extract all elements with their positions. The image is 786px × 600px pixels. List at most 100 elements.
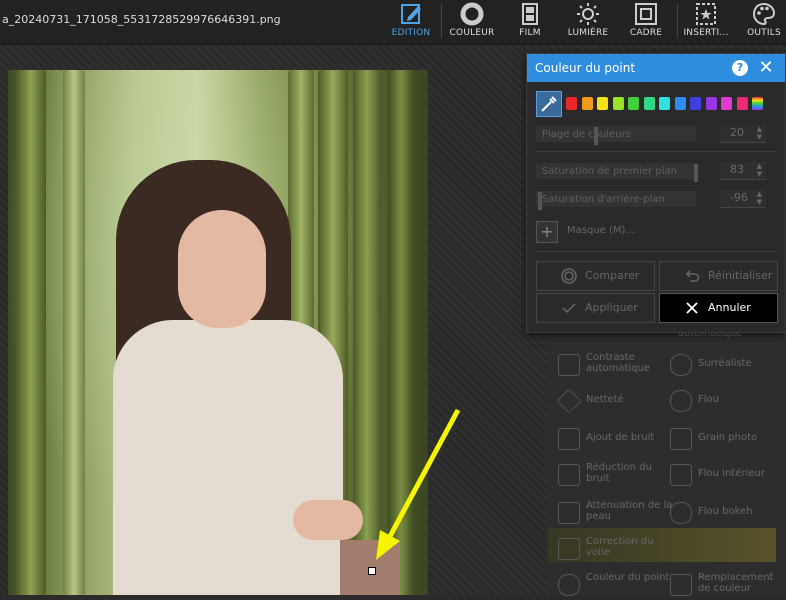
tool-item-label: Correction du voile [586,536,654,558]
tool-couleur[interactable]: COULEUR [444,0,500,44]
help-icon[interactable]: ? [732,60,748,76]
slider-value-field[interactable]: 83 ▲ ▼ [720,162,766,180]
tool-label: OUTILS [747,28,781,38]
film-icon [522,3,538,25]
slider-label: Plage de couleurs [542,129,631,140]
tool-item-sharpness[interactable]: Netteté [556,386,668,416]
foreground-saturation-slider[interactable]: Saturation de premier plan 83 ▲ ▼ [536,161,776,182]
color-preset-swatch[interactable] [690,97,701,110]
divider [536,151,776,152]
sample-point-marker[interactable] [368,567,376,575]
point-color-icon [558,574,580,596]
color-preset-swatch[interactable] [566,97,577,110]
tool-item-blur[interactable]: Flou [670,386,780,416]
tool-item-noise-reduction[interactable]: Réduction du bruit [558,460,668,490]
eyedropper-icon [541,96,557,112]
tool-label: EDITION [391,28,431,38]
tool-item-label: Atténuation de la peau [586,500,673,522]
tool-edition[interactable]: EDITION [383,0,439,44]
color-preset-swatch[interactable] [597,97,608,110]
divider [536,251,776,252]
slider-handle[interactable] [538,192,542,210]
slider-track[interactable]: Saturation d'arrière-plan [536,191,696,210]
reset-button[interactable]: Réinitialiser [659,261,778,291]
tool-item-contrast[interactable]: Contraste automatique [558,350,668,380]
tool-item-surreal[interactable]: Surréaliste [670,350,780,380]
slider-value-field[interactable]: -96 ▲ ▼ [720,190,766,208]
color-ring-icon [460,2,484,26]
slider-value: 83 [730,163,744,176]
tool-item-inner-blur[interactable]: Flou intérieur [670,460,780,490]
tool-item-label: Flou bokeh [698,506,753,517]
contrast-icon [558,354,580,376]
tool-insertion[interactable]: INSERTI... [678,0,734,44]
dialog-title: Couleur du point [535,61,636,75]
cancel-button[interactable]: Annuler [659,293,778,323]
tool-item-bokeh[interactable]: Flou bokeh [670,498,780,528]
slider-value: 20 [730,126,744,139]
tool-label: CADRE [629,28,663,38]
mask-add-button[interactable]: + [536,221,558,243]
color-preset-swatch[interactable] [612,97,624,110]
slider-value-field[interactable]: 20 ▲ ▼ [720,125,766,143]
tool-item-label: Couleur du point [586,572,670,583]
slider-value: -96 [730,191,748,204]
color-preset-swatch[interactable] [705,97,717,110]
color-preset-swatch[interactable] [643,97,655,110]
spin-arrows-icon[interactable]: ▲ ▼ [757,190,762,206]
tool-item-label: Réduction du bruit [586,462,652,484]
color-replace-icon [670,574,692,596]
color-range-slider[interactable]: Plage de couleurs 20 ▲ ▼ [536,124,776,145]
tool-film[interactable]: FILM [502,0,558,44]
color-preset-swatch[interactable] [736,97,748,110]
color-preset-swatch[interactable] [721,97,732,110]
tool-lumiere[interactable]: LUMIÈRE [560,0,616,44]
person-face [178,210,266,328]
tool-item-label: Ajout de bruit [586,432,655,443]
color-preset-swatch[interactable] [659,97,670,110]
tool-outils[interactable]: OUTILS [736,0,786,44]
slider-track[interactable]: Saturation de premier plan [536,163,698,182]
mask-label[interactable]: Masque (M)... [567,225,635,236]
color-preset-swatch[interactable] [674,97,686,110]
tool-item-add-noise[interactable]: Ajout de bruit [558,424,668,454]
slider-track[interactable]: Plage de couleurs [536,126,696,145]
edit-icon [401,4,421,24]
apply-button[interactable]: Appliquer [536,293,655,323]
tool-item-color-replace[interactable]: Remplacement de couleur [670,570,780,600]
background-saturation-slider[interactable]: Saturation d'arrière-plan -96 ▲ ▼ [536,189,776,210]
button-label: Réinitialiser [708,269,773,282]
tool-item-point-color[interactable]: Couleur du point [558,570,669,600]
haze-icon [558,538,580,560]
photo-preview[interactable] [8,70,428,595]
tool-item-grain[interactable]: Grain photo [670,424,780,454]
color-preset-swatch[interactable] [752,97,763,110]
point-color-dialog: Couleur du point ? ✕ Plage de couleurs 2… [526,53,786,333]
tool-item-label: Contraste automatique [586,352,650,374]
top-toolbar: a_20240731_171058_5531728529976646391.pn… [0,0,786,45]
palette-icon [752,2,776,26]
sun-icon [577,3,599,25]
noise-reduction-icon [558,464,580,486]
color-preset-swatch[interactable] [581,97,593,110]
tool-label: LUMIÈRE [567,28,609,38]
noise-icon [558,428,580,450]
sharpness-icon [556,388,582,414]
inner-blur-icon [670,464,692,486]
tool-item-skin-smoothing[interactable]: Atténuation de la peau [558,498,672,528]
bamboo-stalk [388,70,414,595]
compare-icon [561,268,577,284]
close-icon[interactable]: ✕ [757,58,775,78]
compare-button[interactable]: Comparer [536,261,655,291]
slider-handle[interactable] [594,127,598,145]
bamboo-stalk [63,70,85,595]
eyedropper-button[interactable] [536,91,562,117]
tool-item-label: Surréaliste [698,358,752,369]
spin-arrows-icon[interactable]: ▲ ▼ [757,125,762,141]
tool-item-haze-correction[interactable]: Correction du voile [558,534,668,564]
slider-handle[interactable] [694,164,698,182]
tool-cadre[interactable]: CADRE [618,0,674,44]
spin-arrows-icon[interactable]: ▲ ▼ [757,162,762,178]
color-preset-swatch[interactable] [628,97,639,110]
skin-smoothing-icon [558,502,580,524]
